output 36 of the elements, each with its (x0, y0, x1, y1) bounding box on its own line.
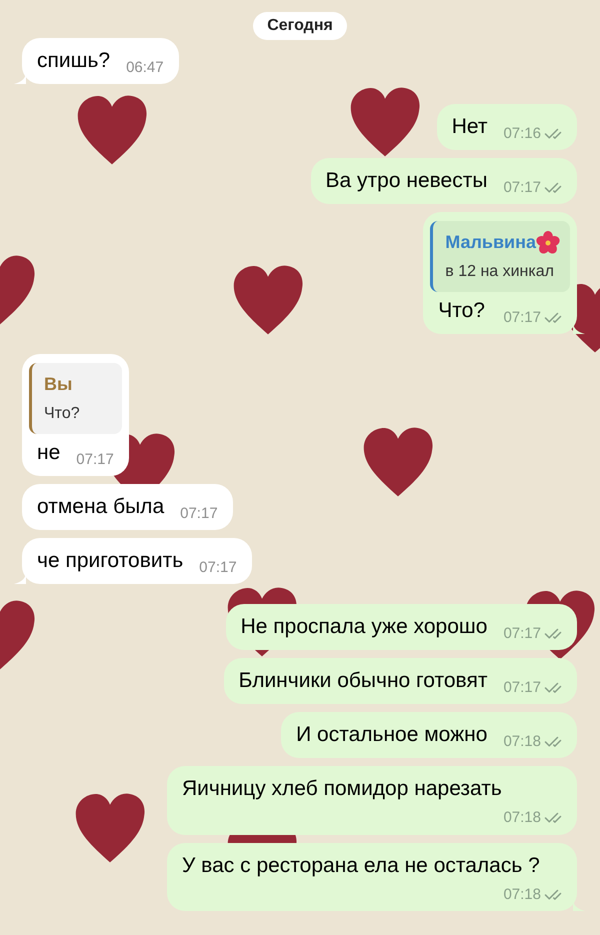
message-time: 07:18 (503, 884, 541, 904)
reply-author: Мальвина (445, 231, 536, 254)
message-time: 07:17 (503, 178, 541, 198)
message-time: 07:17 (503, 678, 541, 698)
message-time: 07:17 (180, 504, 218, 524)
heart-drawing (364, 428, 432, 496)
message-text: отмена была (37, 494, 164, 520)
heart-drawing (234, 266, 302, 334)
reply-author: Вы (44, 373, 72, 396)
message-time: 07:17 (199, 558, 237, 578)
message-text: У вас с ресторана ела не осталась ? (182, 852, 540, 878)
message-time: 07:18 (503, 808, 541, 828)
message-text: Блинчики обычно готовят (238, 668, 488, 694)
reply-text: Что? (44, 404, 81, 424)
message-text: не (37, 440, 60, 466)
message-time: 07:18 (503, 732, 541, 752)
reply-text: в 12 на хинкал (445, 262, 555, 282)
message-text: Что? (438, 298, 485, 324)
heart-drawing (0, 600, 34, 670)
message-text: че приготовить (37, 548, 184, 574)
message-text: Ва утро невесты (326, 168, 488, 194)
message-text: Не проспала уже хорошо (240, 614, 488, 640)
message-text: И остальное можно (296, 722, 488, 748)
heart-drawing (350, 88, 420, 156)
message-time: 07:16 (503, 124, 541, 144)
message-time: 07:17 (503, 624, 541, 644)
heart-drawing (78, 96, 146, 164)
date-pill: Сегодня (253, 12, 347, 40)
message-time: 07:17 (76, 450, 114, 470)
message-time: 07:17 (503, 308, 541, 328)
message-text: спишь? (37, 48, 110, 74)
heart-drawing (0, 256, 34, 324)
message-text: Яичницу хлеб помидор нарезать (182, 776, 502, 802)
message-time: 06:47 (126, 58, 164, 78)
heart-drawing (76, 794, 144, 862)
message-text: Нет (452, 114, 488, 140)
